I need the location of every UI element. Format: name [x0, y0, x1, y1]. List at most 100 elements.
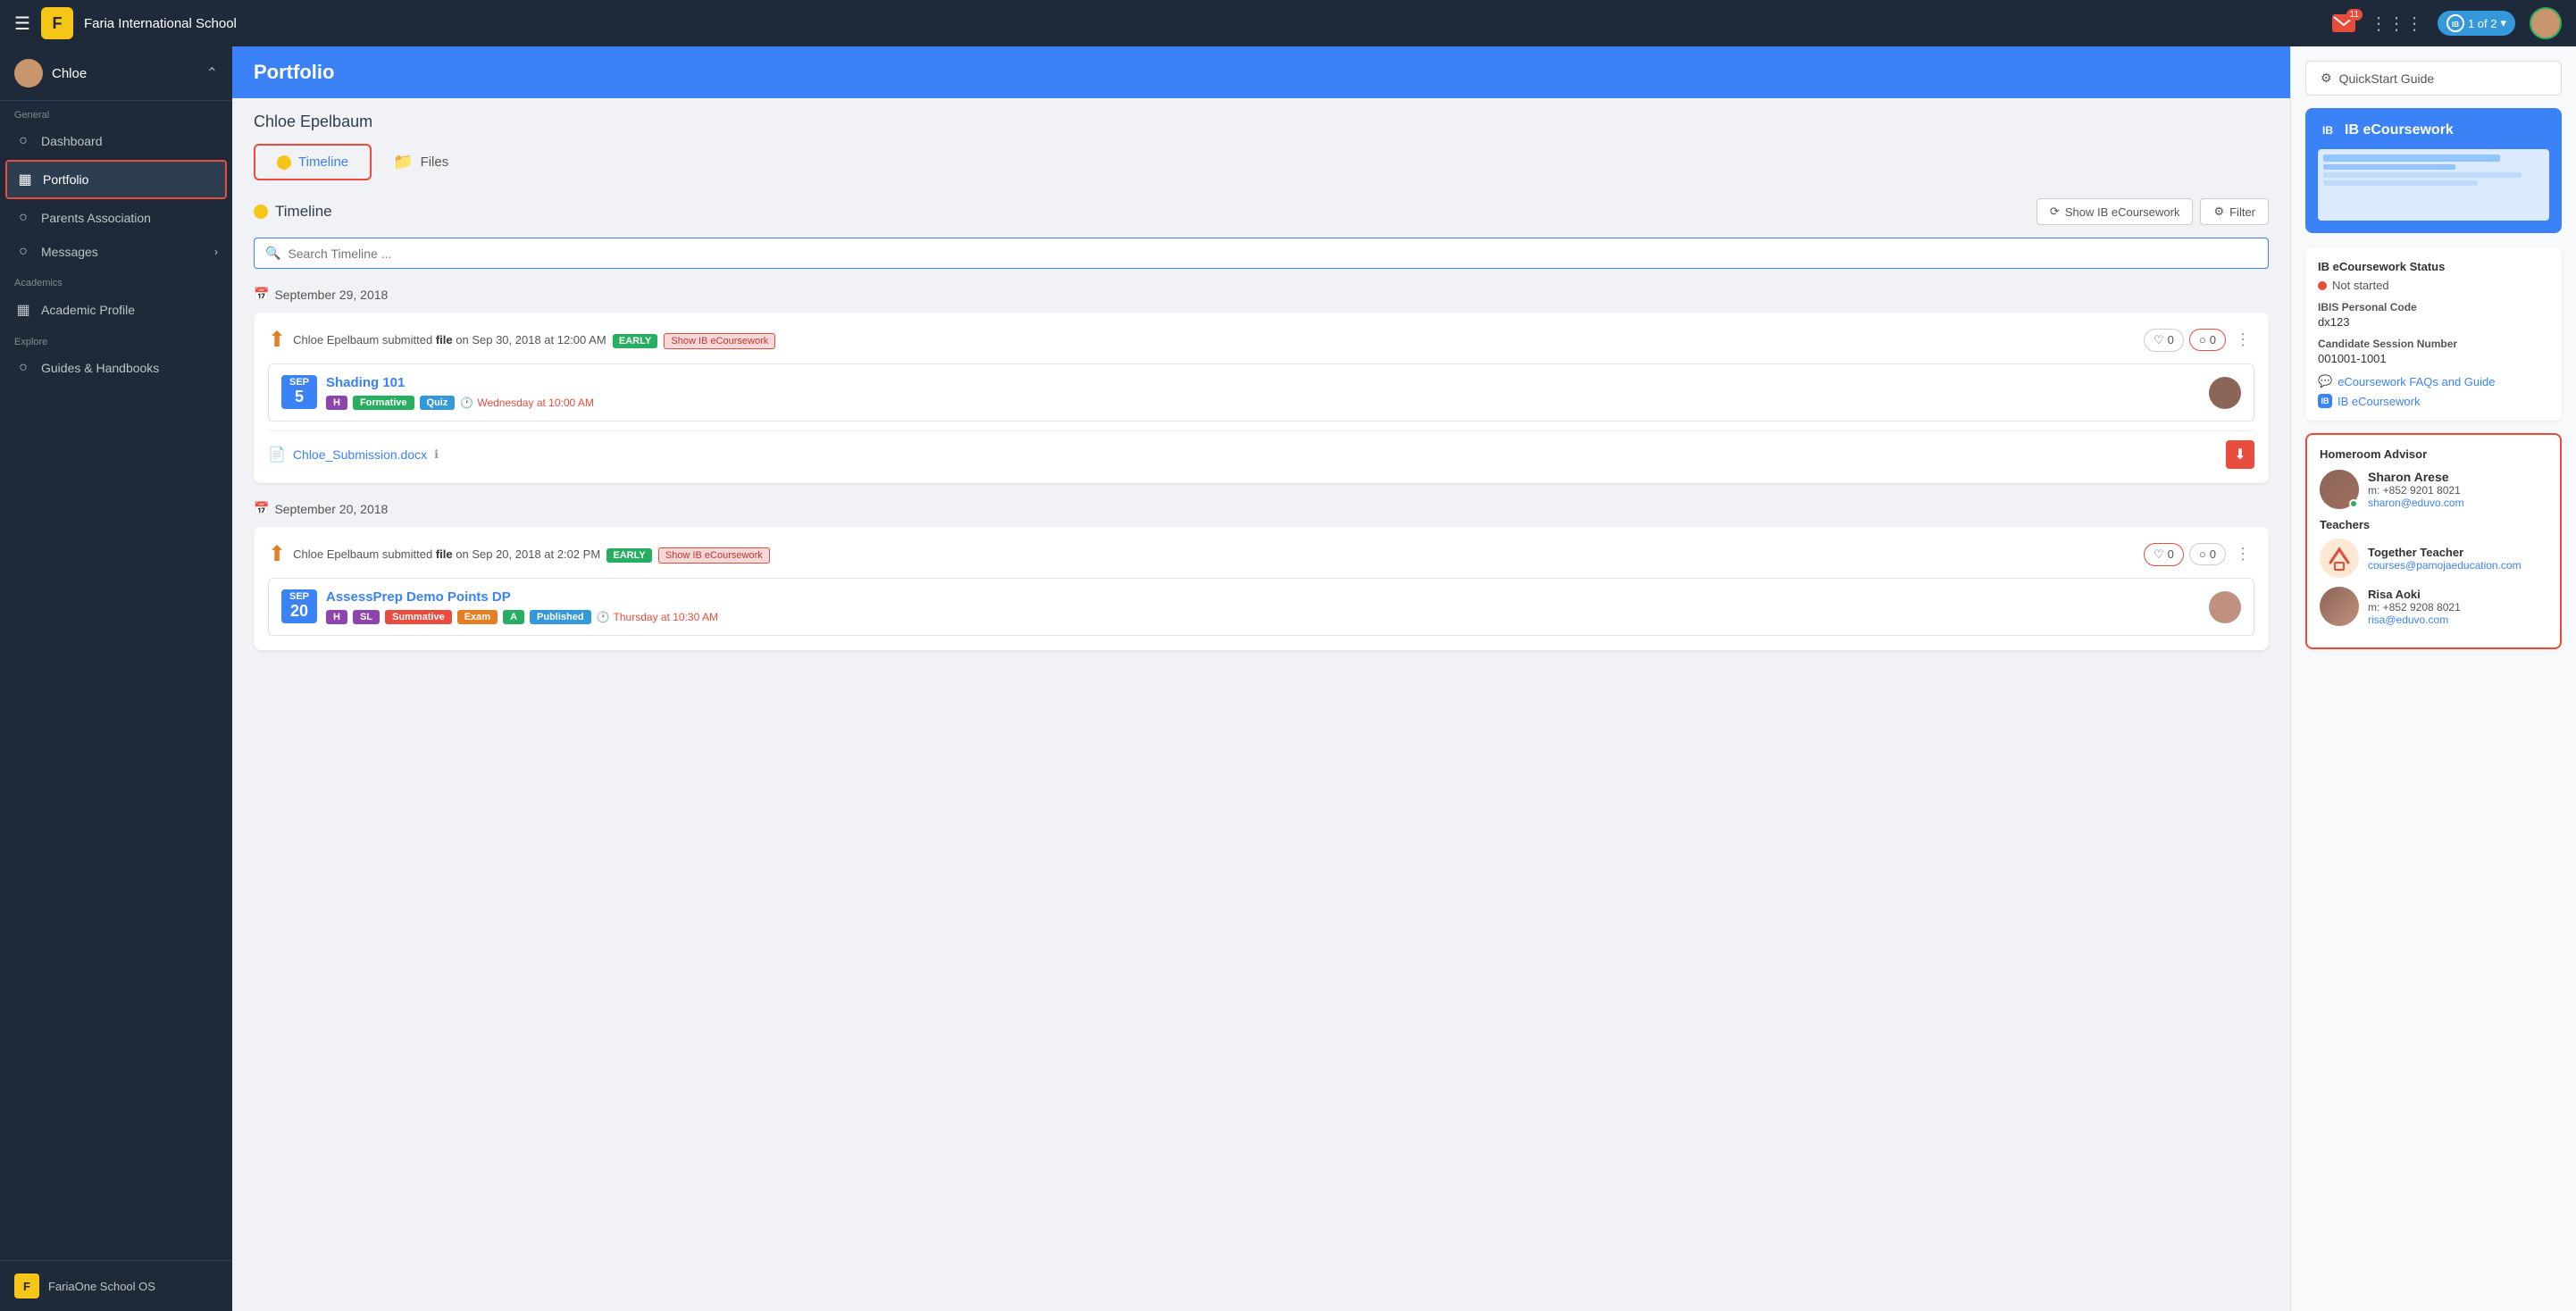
- timeline-item-2-header: ⬆ Chloe Epelbaum submitted file on Sep 2…: [268, 541, 2254, 567]
- badge-summative-2: Summative: [385, 610, 452, 624]
- faq-icon: 💬: [2318, 374, 2332, 388]
- quickstart-button[interactable]: ⚙ QuickStart Guide: [2305, 61, 2562, 96]
- tabs: Timeline 📁 Files: [254, 144, 2269, 180]
- date-box-2: SEP 20: [281, 589, 317, 623]
- sidebar-item-messages[interactable]: ○ Messages ›: [0, 235, 232, 269]
- date-label-sept29: 📅 September 29, 2018: [254, 287, 2269, 302]
- timeline-title: Timeline: [254, 203, 332, 221]
- timeline-item-2-actions: ♡ 0 ○ 0 ⋮: [2144, 543, 2254, 566]
- quickstart-icon: ⚙: [2321, 71, 2332, 86]
- advisor-row: Sharon Arese m: +852 9201 8021 sharon@ed…: [2320, 470, 2547, 509]
- sidebar-label-dashboard: Dashboard: [41, 134, 103, 148]
- timeline-item-1-left: ⬆ Chloe Epelbaum submitted file on Sep 3…: [268, 327, 775, 353]
- sidebar-section-explore: Explore: [0, 328, 232, 351]
- content-wrapper: Portfolio Chloe Epelbaum Timeline 📁 File…: [232, 46, 2576, 1311]
- heart-button-2[interactable]: ♡ 0: [2144, 543, 2184, 566]
- search-icon: 🔍: [265, 246, 280, 261]
- comment-count-2: 0: [2210, 547, 2216, 561]
- tab-files[interactable]: 📁 Files: [372, 144, 470, 180]
- sidebar-footer-text: FariaOne School OS: [48, 1280, 155, 1293]
- timeline-prefix-1: Chloe Epelbaum submitted: [293, 333, 432, 347]
- more-button-1[interactable]: ⋮: [2231, 330, 2254, 349]
- sidebar-user[interactable]: Chloe ⌃: [0, 46, 232, 101]
- teacher-row-together: Together Teacher courses@pamojaeducation…: [2320, 539, 2547, 578]
- teacher-info-risa: Risa Aoki m: +852 9208 8021 risa@eduvo.c…: [2368, 588, 2461, 626]
- course-day-2: 20: [289, 602, 310, 622]
- sidebar-label-parents: Parents Association: [41, 211, 151, 225]
- sidebar-user-chevron[interactable]: ⌃: [206, 64, 218, 82]
- sidebar-item-academic[interactable]: ▦ Academic Profile: [0, 292, 232, 328]
- course-card-2-left: SEP 20 AssessPrep Demo Points DP H SL Su…: [281, 589, 718, 624]
- download-button-1[interactable]: ⬇: [2226, 440, 2254, 469]
- sidebar-item-portfolio[interactable]: ▦ Portfolio: [5, 160, 227, 199]
- teacher-email-together[interactable]: courses@pamojaeducation.com: [2368, 559, 2522, 572]
- ib-banner-preview: [2318, 149, 2549, 221]
- status-dot: [2318, 281, 2327, 290]
- ib-banner-title: IB IB eCoursework: [2318, 121, 2549, 140]
- portfolio-title: Portfolio: [254, 61, 334, 83]
- timeline-bold-2: file: [436, 547, 453, 561]
- ib-status-value: Not started: [2318, 279, 2549, 292]
- comment-button-2[interactable]: ○ 0: [2189, 543, 2226, 565]
- badge-show-ib-2[interactable]: Show IB eCoursework: [658, 547, 770, 564]
- search-bar: 🔍: [254, 238, 2269, 269]
- date-group-sept20: 📅 September 20, 2018 ⬆ Chloe Epelbaum su…: [254, 501, 2269, 650]
- heart-count-1: 0: [2168, 333, 2174, 347]
- date-text-sept29: September 29, 2018: [274, 288, 388, 302]
- filter-button[interactable]: ⚙ Filter: [2200, 198, 2269, 225]
- course-title-2[interactable]: AssessPrep Demo Points DP: [326, 589, 718, 605]
- teacher-email-risa[interactable]: risa@eduvo.com: [2368, 614, 2461, 626]
- date-calendar-icon: 📅: [254, 287, 269, 302]
- course-info-1: Shading 101 H Formative Quiz 🕐 Wednesday…: [326, 375, 594, 410]
- time-text-2: Thursday at 10:30 AM: [614, 611, 718, 623]
- course-card-2: SEP 20 AssessPrep Demo Points DP H SL Su…: [268, 578, 2254, 636]
- user-avatar[interactable]: [2530, 7, 2562, 39]
- file-name-1[interactable]: Chloe_Submission.docx: [293, 447, 427, 462]
- sidebar-label-guides: Guides & Handbooks: [41, 361, 159, 375]
- grid-icon[interactable]: ⋮⋮⋮: [2370, 13, 2423, 35]
- advisor-info: Sharon Arese m: +852 9201 8021 sharon@ed…: [2368, 470, 2464, 509]
- school-name: Faria International School: [84, 16, 237, 31]
- search-input[interactable]: [288, 246, 2257, 261]
- timeline-suffix-1: on Sep 30, 2018 at 12:00 AM: [456, 333, 606, 347]
- show-ib-button[interactable]: ⟳ Show IB eCoursework: [2037, 198, 2194, 225]
- sidebar-item-guides[interactable]: ○ Guides & Handbooks: [0, 351, 232, 385]
- badge-quiz-1: Quiz: [420, 396, 456, 410]
- course-title-1[interactable]: Shading 101: [326, 375, 594, 390]
- teacher-row-risa: Risa Aoki m: +852 9208 8021 risa@eduvo.c…: [2320, 587, 2547, 626]
- portfolio-icon: ▦: [16, 171, 34, 188]
- comment-button-1[interactable]: ○ 0: [2189, 329, 2226, 351]
- candidate-label: Candidate Session Number: [2318, 338, 2549, 350]
- advisor-phone: m: +852 9201 8021: [2368, 484, 2464, 497]
- badge-show-ib-1[interactable]: Show IB eCoursework: [664, 333, 775, 349]
- time-text-1: Wednesday at 10:00 AM: [477, 397, 594, 409]
- portfolio-body: Chloe Epelbaum Timeline 📁 Files: [232, 98, 2290, 1311]
- sidebar-footer: F FariaOne School OS: [0, 1260, 232, 1311]
- messages-chevron: ›: [214, 246, 218, 258]
- course-info-2: AssessPrep Demo Points DP H SL Summative…: [326, 589, 718, 624]
- files-tab-icon: 📁: [393, 153, 413, 171]
- more-button-2[interactable]: ⋮: [2231, 545, 2254, 564]
- hamburger-menu[interactable]: ☰: [14, 13, 30, 35]
- advisor-email[interactable]: sharon@eduvo.com: [2368, 497, 2464, 509]
- session-icon: IB: [2446, 14, 2464, 32]
- sidebar-item-dashboard[interactable]: ○ Dashboard: [0, 124, 232, 158]
- comment-icon-2: ○: [2199, 547, 2206, 561]
- mail-icon[interactable]: 11: [2332, 14, 2355, 32]
- course-card-1-left: SEP 5 Shading 101 H Formative Quiz: [281, 375, 594, 410]
- ib-link-ecoursework[interactable]: IB IB eCoursework: [2318, 394, 2549, 408]
- session-badge[interactable]: IB 1 of 2 ▾: [2438, 11, 2515, 36]
- sidebar-label-portfolio: Portfolio: [43, 172, 88, 187]
- sidebar-footer-logo: F: [14, 1273, 39, 1298]
- sidebar-item-parents[interactable]: ○ Parents Association: [0, 201, 232, 235]
- ib-banner: IB IB eCoursework: [2305, 108, 2562, 233]
- heart-button-1[interactable]: ♡ 0: [2144, 329, 2184, 352]
- topbar-left: ☰ F Faria International School: [14, 7, 237, 39]
- tab-timeline[interactable]: Timeline: [254, 144, 372, 180]
- course-card-1: SEP 5 Shading 101 H Formative Quiz: [268, 363, 2254, 422]
- session-chevron: ▾: [2500, 16, 2506, 30]
- main-content: Portfolio Chloe Epelbaum Timeline 📁 File…: [232, 46, 2290, 1311]
- ib-link-faqs[interactable]: 💬 eCoursework FAQs and Guide: [2318, 374, 2549, 388]
- file-help-icon-1[interactable]: ℹ: [434, 447, 439, 462]
- session-text: 1 of 2: [2468, 17, 2497, 30]
